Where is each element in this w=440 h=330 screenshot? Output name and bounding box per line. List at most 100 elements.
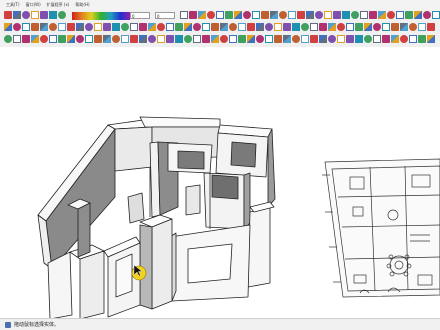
select-icon[interactable] <box>4 11 12 19</box>
eraser-icon[interactable] <box>396 11 404 19</box>
section-plane-icon[interactable] <box>400 23 408 31</box>
rectangle-icon[interactable] <box>49 11 57 19</box>
scale-icon[interactable] <box>216 11 224 19</box>
orbit-icon[interactable] <box>202 35 210 43</box>
shadow-icon[interactable] <box>310 35 318 43</box>
arc-icon[interactable] <box>364 35 372 43</box>
rectangle-icon[interactable] <box>373 35 381 43</box>
toolbar-field-a[interactable]: 0 <box>130 12 150 19</box>
push-pull-icon[interactable] <box>292 23 300 31</box>
circle-icon[interactable] <box>382 35 390 43</box>
line-icon[interactable] <box>414 11 422 19</box>
layer-icon[interactable] <box>148 23 156 31</box>
layer-icon[interactable] <box>315 11 323 19</box>
component-icon[interactable] <box>409 23 417 31</box>
circle-icon[interactable] <box>4 23 12 31</box>
layer-icon[interactable] <box>418 23 426 31</box>
walk-icon[interactable] <box>292 35 300 43</box>
push-pull-icon[interactable] <box>22 23 30 31</box>
fog-icon[interactable] <box>49 35 57 43</box>
tape-measure-icon[interactable] <box>67 23 75 31</box>
layer-icon[interactable] <box>256 35 264 43</box>
polygon-icon[interactable] <box>180 11 188 19</box>
axes-icon[interactable] <box>85 23 93 31</box>
zoom-extents-icon[interactable] <box>121 23 129 31</box>
select-icon[interactable] <box>328 35 336 43</box>
rectangle-icon[interactable] <box>103 35 111 43</box>
rotate-icon[interactable] <box>310 23 318 31</box>
move-icon[interactable] <box>198 11 206 19</box>
paint-bucket-icon[interactable] <box>238 23 246 31</box>
paint-bucket-icon[interactable] <box>22 11 30 19</box>
component-icon[interactable] <box>247 35 255 43</box>
offset-icon[interactable] <box>225 11 233 19</box>
zoom-extents-icon[interactable] <box>288 11 296 19</box>
polygon-icon[interactable] <box>283 23 291 31</box>
rectangle-icon[interactable] <box>265 23 273 31</box>
shadow-icon[interactable] <box>202 23 210 31</box>
eraser-icon[interactable] <box>67 35 75 43</box>
select-icon[interactable] <box>220 23 228 31</box>
push-pull-icon[interactable] <box>130 35 138 43</box>
zoom-extents-icon[interactable] <box>391 23 399 31</box>
rotate-icon[interactable] <box>418 35 426 43</box>
arc-icon[interactable] <box>94 35 102 43</box>
line-icon[interactable] <box>355 35 363 43</box>
look-around-icon[interactable] <box>360 11 368 19</box>
zoom-extents-icon[interactable] <box>229 35 237 43</box>
model-viewport[interactable] <box>0 47 440 318</box>
paint-bucket-icon[interactable] <box>76 35 84 43</box>
pan-icon[interactable] <box>270 11 278 19</box>
scale-icon[interactable] <box>157 35 165 43</box>
camera-icon[interactable] <box>342 11 350 19</box>
shadow-icon[interactable] <box>369 11 377 19</box>
move-icon[interactable] <box>139 35 147 43</box>
circle-icon[interactable] <box>274 23 282 31</box>
pan-icon[interactable] <box>103 23 111 31</box>
look-around-icon[interactable] <box>301 35 309 43</box>
scale-icon[interactable] <box>319 23 327 31</box>
zoom-icon[interactable] <box>220 35 228 43</box>
arc-icon[interactable] <box>423 11 431 19</box>
zoom-icon[interactable] <box>279 11 287 19</box>
materials-icon[interactable] <box>324 11 332 19</box>
fog-icon[interactable] <box>378 11 386 19</box>
arc-icon[interactable] <box>256 23 264 31</box>
fog-icon[interactable] <box>319 35 327 43</box>
orbit-icon[interactable] <box>364 23 372 31</box>
push-pull-icon[interactable] <box>400 35 408 43</box>
toolbar-field-b[interactable]: 0 <box>155 12 175 19</box>
axes-icon[interactable] <box>252 11 260 19</box>
rotate-icon[interactable] <box>148 35 156 43</box>
text-icon[interactable] <box>346 23 354 31</box>
eraser-icon[interactable] <box>229 23 237 31</box>
rotate-icon[interactable] <box>40 23 48 31</box>
polygon-icon[interactable] <box>13 23 21 31</box>
zoom-icon[interactable] <box>112 23 120 31</box>
look-around-icon[interactable] <box>193 23 201 31</box>
offset-icon[interactable] <box>58 23 66 31</box>
styles-icon[interactable] <box>166 23 174 31</box>
menu-item-tools[interactable]: 工具(T) <box>6 2 20 8</box>
pan-icon[interactable] <box>373 23 381 31</box>
axes-icon[interactable] <box>355 23 363 31</box>
eraser-icon[interactable] <box>337 35 345 43</box>
walk-icon[interactable] <box>184 23 192 31</box>
offset-icon[interactable] <box>328 23 336 31</box>
fog-icon[interactable] <box>211 23 219 31</box>
rotate-icon[interactable] <box>207 11 215 19</box>
paint-bucket-icon[interactable] <box>346 35 354 43</box>
move-icon[interactable] <box>301 23 309 31</box>
section-plane-icon[interactable] <box>238 35 246 43</box>
axes-icon[interactable] <box>193 35 201 43</box>
select-icon[interactable] <box>58 35 66 43</box>
circle-icon[interactable] <box>112 35 120 43</box>
tape-measure-icon[interactable] <box>234 11 242 19</box>
camera-icon[interactable] <box>175 23 183 31</box>
menu-item-window[interactable]: 窗口(W) <box>26 2 41 8</box>
text-icon[interactable] <box>243 11 251 19</box>
materials-icon[interactable] <box>427 23 435 31</box>
styles-icon[interactable] <box>274 35 282 43</box>
styles-icon[interactable] <box>333 11 341 19</box>
select-icon[interactable] <box>387 11 395 19</box>
